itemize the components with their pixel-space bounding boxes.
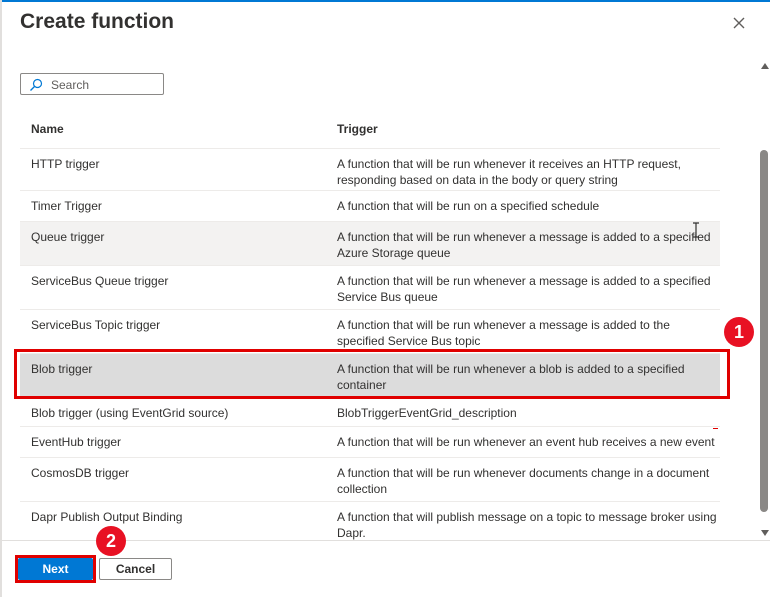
row-name: Blob trigger [31, 362, 93, 376]
dialog-title: Create function [20, 10, 175, 33]
row-description: A function that will publish message on … [337, 510, 717, 540]
row-name: Timer Trigger [31, 199, 102, 213]
row-description: A function that will be run whenever an … [337, 435, 715, 449]
table-row[interactable]: CosmosDB trigger A function that will be… [20, 458, 720, 502]
dialog-top-accent [0, 0, 770, 2]
column-header-name[interactable]: Name [31, 122, 64, 136]
row-name: Queue trigger [31, 230, 105, 244]
column-header-trigger[interactable]: Trigger [337, 122, 378, 136]
scroll-down-icon[interactable] [761, 530, 769, 536]
table-row[interactable]: Queue trigger A function that will be ru… [20, 222, 720, 266]
search-icon [30, 78, 43, 91]
table-row[interactable]: ServiceBus Topic trigger A function that… [20, 310, 720, 354]
scroll-up-icon[interactable] [761, 63, 769, 69]
close-icon[interactable] [728, 12, 750, 34]
row-description: A function that will be run whenever a m… [337, 230, 711, 260]
row-description: A function that will be run whenever doc… [337, 466, 710, 496]
text-cursor-icon [693, 222, 699, 238]
table-row[interactable]: Timer Trigger A function that will be ru… [20, 191, 720, 222]
search-input[interactable] [51, 76, 161, 93]
row-name: EventHub trigger [31, 435, 122, 449]
row-description: A function that will be run whenever a b… [337, 362, 685, 392]
table-row-selected[interactable]: Blob trigger A function that will be run… [20, 354, 720, 398]
row-description: A function that will be run on a specifi… [337, 199, 600, 213]
dialog-left-border [0, 0, 2, 597]
table-header: Name Trigger [20, 108, 720, 149]
table-row[interactable]: Blob trigger (using EventGrid source) Bl… [20, 398, 720, 427]
table-row[interactable]: EventHub trigger A function that will be… [20, 427, 720, 458]
step-1-badge: 1 [724, 317, 754, 347]
row-name: Dapr Publish Output Binding [31, 510, 183, 524]
step-2-badge: 2 [96, 526, 126, 556]
row-name: ServiceBus Queue trigger [31, 274, 169, 288]
next-button[interactable]: Next [18, 558, 93, 580]
row-name: ServiceBus Topic trigger [31, 318, 161, 332]
table-row[interactable]: ServiceBus Queue trigger A function that… [20, 266, 720, 310]
annotation-mark [713, 428, 718, 429]
row-name: Blob trigger (using EventGrid source) [31, 406, 229, 420]
function-template-table: Name Trigger HTTP trigger A function tha… [20, 108, 720, 542]
row-description: A function that will be run whenever a m… [337, 318, 670, 348]
row-name: HTTP trigger [31, 157, 100, 171]
close-button[interactable] [728, 12, 750, 34]
row-description: A function that will be run whenever it … [337, 157, 681, 187]
scrollbar-thumb[interactable] [760, 150, 768, 512]
row-description: BlobTriggerEventGrid_description [337, 406, 517, 420]
row-name: CosmosDB trigger [31, 466, 130, 480]
table-row[interactable]: HTTP trigger A function that will be run… [20, 149, 720, 191]
search-box[interactable] [20, 73, 164, 95]
cancel-button[interactable]: Cancel [99, 558, 172, 580]
row-description: A function that will be run whenever a m… [337, 274, 711, 304]
